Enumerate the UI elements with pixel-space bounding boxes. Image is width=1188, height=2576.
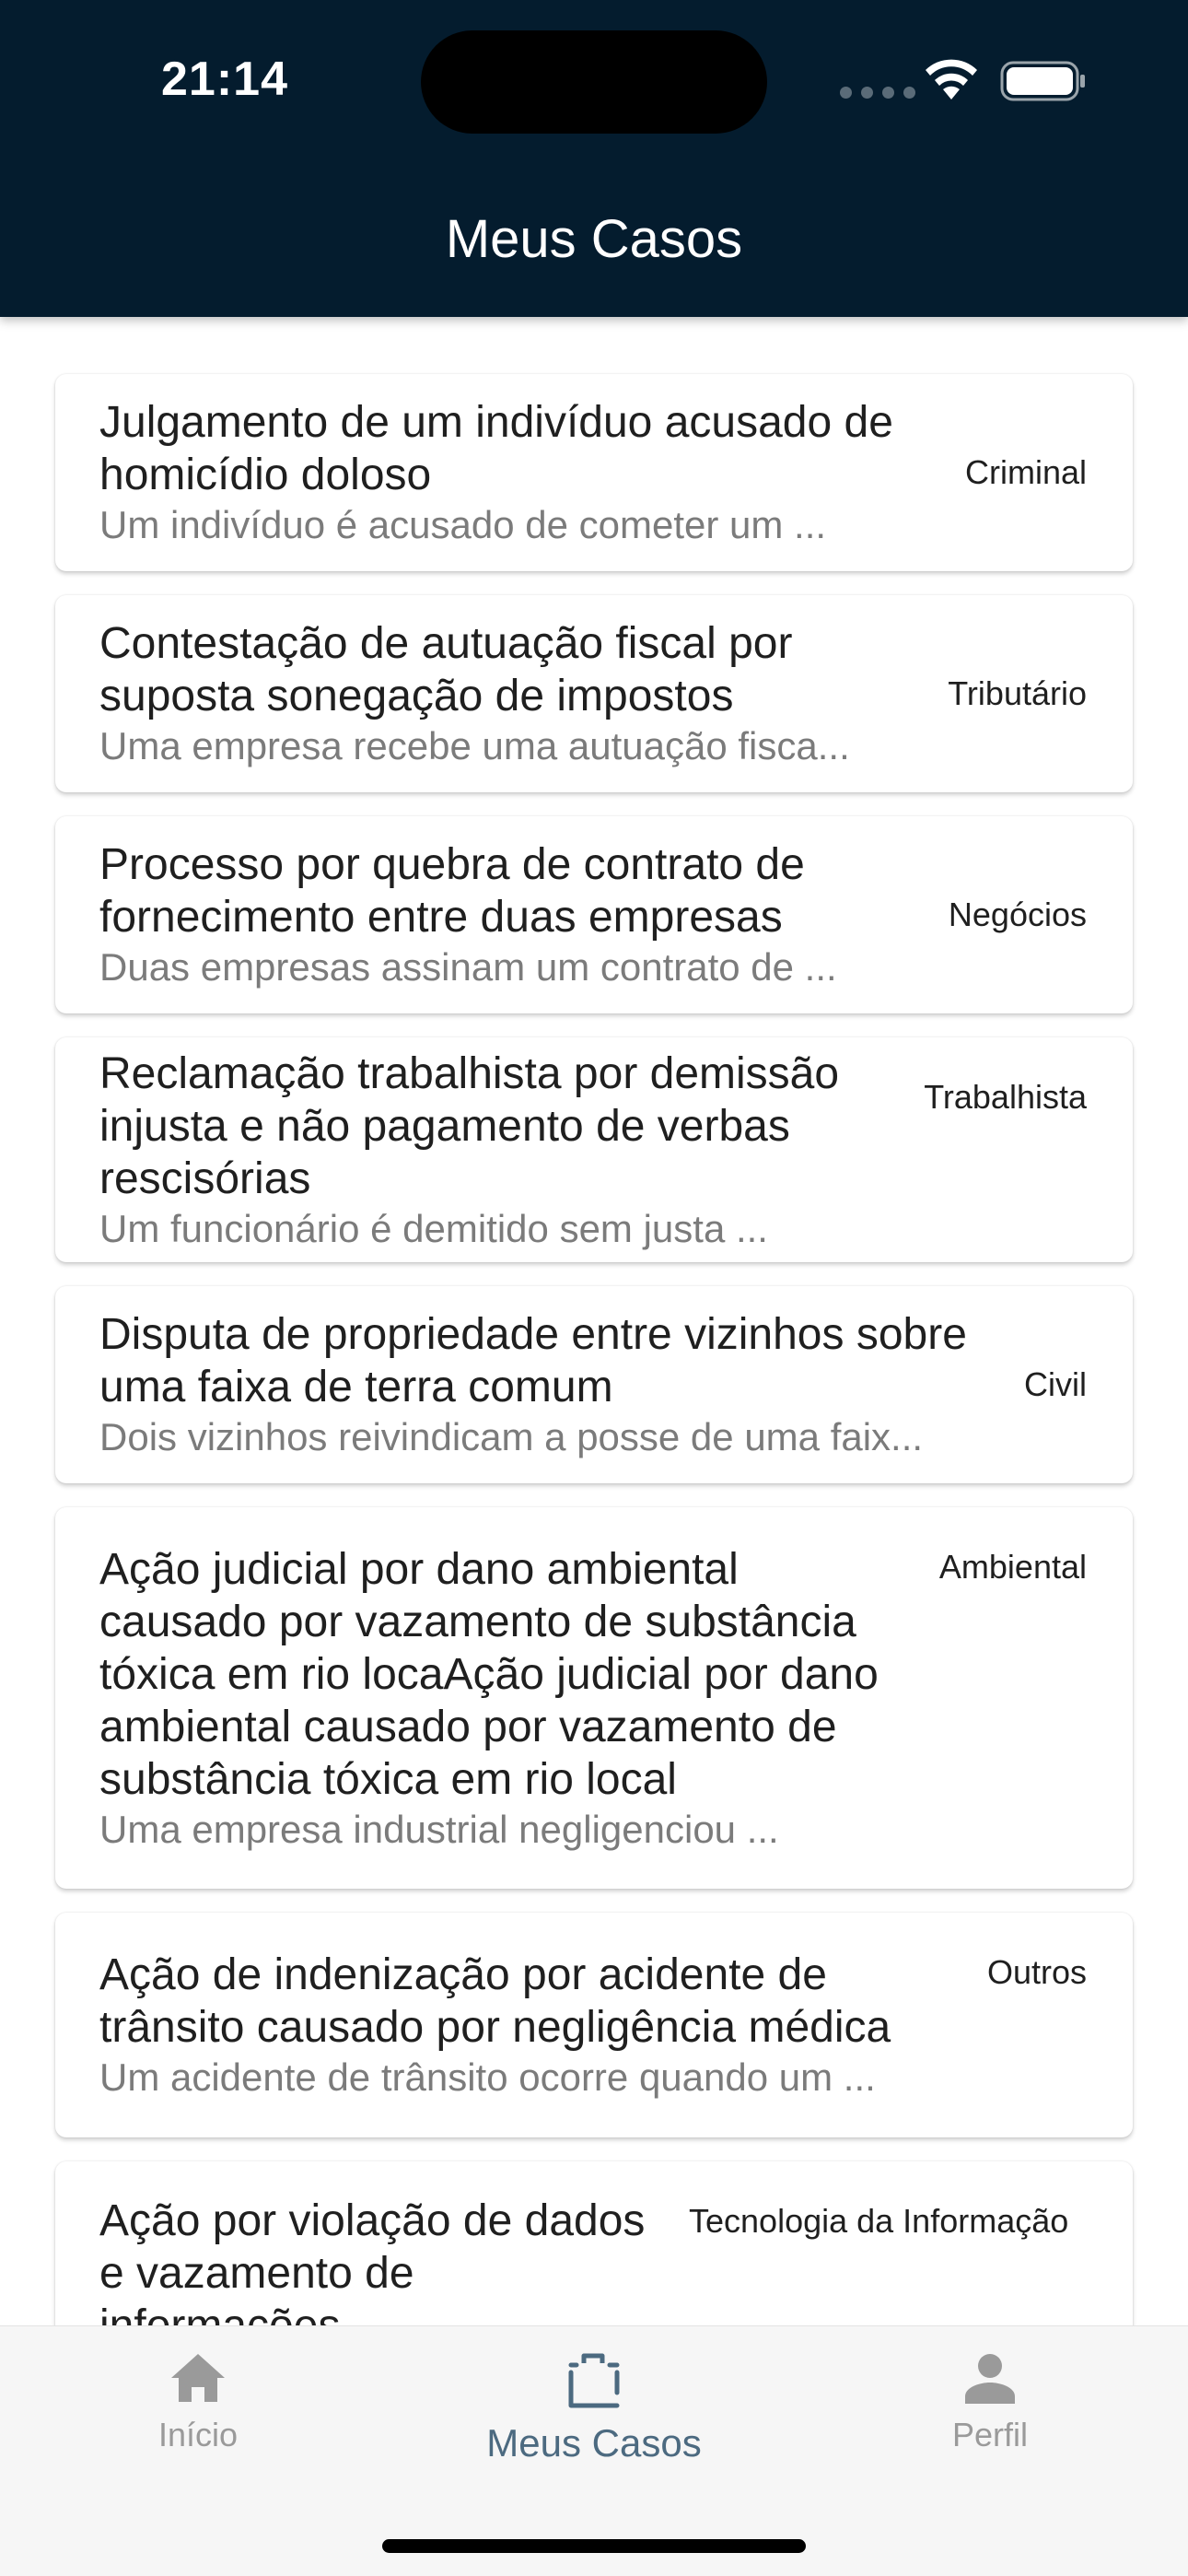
case-card[interactable]: Ação judicial por dano ambiental causado…: [55, 1507, 1133, 1889]
case-title: Disputa de propriedade entre vizinhos so…: [99, 1310, 967, 1411]
case-description: Um indivíduo é acusado de cometer um ...: [99, 503, 827, 546]
tab-meus-casos-label: Meus Casos: [486, 2421, 702, 2465]
home-icon: [171, 2354, 225, 2402]
case-title: Reclamação trabalhista por demissão inju…: [99, 1048, 840, 1203]
case-title: Ação judicial por dano ambiental causado…: [99, 1544, 879, 1804]
case-title: Julgamento de um indivíduo acusado de ho…: [99, 398, 893, 499]
case-category: Trabalhista: [924, 1078, 1087, 1116]
case-description: Uma empresa industrial negligenciou ...: [99, 1807, 779, 1851]
case-description: Dois vizinhos reivindicam a posse de uma…: [99, 1415, 924, 1458]
tab-home[interactable]: Início: [46, 2352, 350, 2454]
case-title: Processo por quebra de contrato de forne…: [99, 840, 805, 942]
wifi-icon: [926, 59, 977, 100]
dynamic-island: [421, 30, 767, 134]
app-header: 21:14 Meus Casos: [0, 0, 1188, 317]
case-category: Civil: [1024, 1365, 1087, 1403]
case-title: Ação por violação de dados e vazamento d…: [99, 2196, 646, 2325]
case-card[interactable]: Disputa de propriedade entre vizinhos so…: [55, 1286, 1133, 1483]
case-card[interactable]: Ação de indenização por acidente de trân…: [55, 1913, 1133, 2137]
case-description: Duas empresas assinam um contrato de ...: [99, 945, 837, 989]
case-description: Um funcionário é demitido sem justa ...: [99, 1206, 768, 1250]
page-title: Meus Casos: [445, 209, 743, 269]
case-card[interactable]: Contestação de autuação fiscal por supos…: [55, 595, 1133, 792]
case-card[interactable]: Processo por quebra de contrato de forne…: [55, 816, 1133, 1013]
case-category: Negócios: [948, 896, 1087, 933]
tab-perfil-label: Perfil: [951, 2416, 1029, 2453]
cellular-signal-icon: [840, 87, 915, 99]
case-category: Outros: [986, 1953, 1087, 1991]
status-icons: [840, 55, 1089, 103]
case-description: Um acidente de trânsito ocorre quando um…: [99, 2055, 876, 2099]
case-title: Contestação de autuação fiscal por supos…: [99, 619, 793, 720]
status-time: 21:14: [161, 53, 288, 106]
briefcase-icon: [568, 2353, 620, 2408]
case-card[interactable]: Ação por violação de dados e vazamento d…: [55, 2161, 1133, 2325]
person-icon: [965, 2354, 1015, 2404]
tab-perfil[interactable]: Perfil: [838, 2352, 1142, 2454]
case-category: Criminal: [964, 453, 1087, 491]
case-title: Ação de indenização por acidente de trân…: [99, 1950, 891, 2052]
battery-icon: [1000, 61, 1085, 101]
case-category: Tributário: [948, 674, 1087, 712]
case-card[interactable]: Julgamento de um indivíduo acusado de ho…: [55, 374, 1133, 571]
home-indicator: [382, 2539, 806, 2553]
tab-home-label: Início: [157, 2416, 239, 2453]
case-list[interactable]: Julgamento de um indivíduo acusado de ho…: [0, 317, 1188, 2325]
case-category: Ambiental: [938, 1548, 1087, 1586]
case-category: Tecnologia da Informação: [689, 2202, 1069, 2240]
case-description: Uma empresa recebe uma autuação fisca...: [99, 724, 850, 767]
tab-meus-casos[interactable]: Meus Casos: [442, 2352, 746, 2465]
case-card[interactable]: Reclamação trabalhista por demissão inju…: [55, 1037, 1133, 1262]
